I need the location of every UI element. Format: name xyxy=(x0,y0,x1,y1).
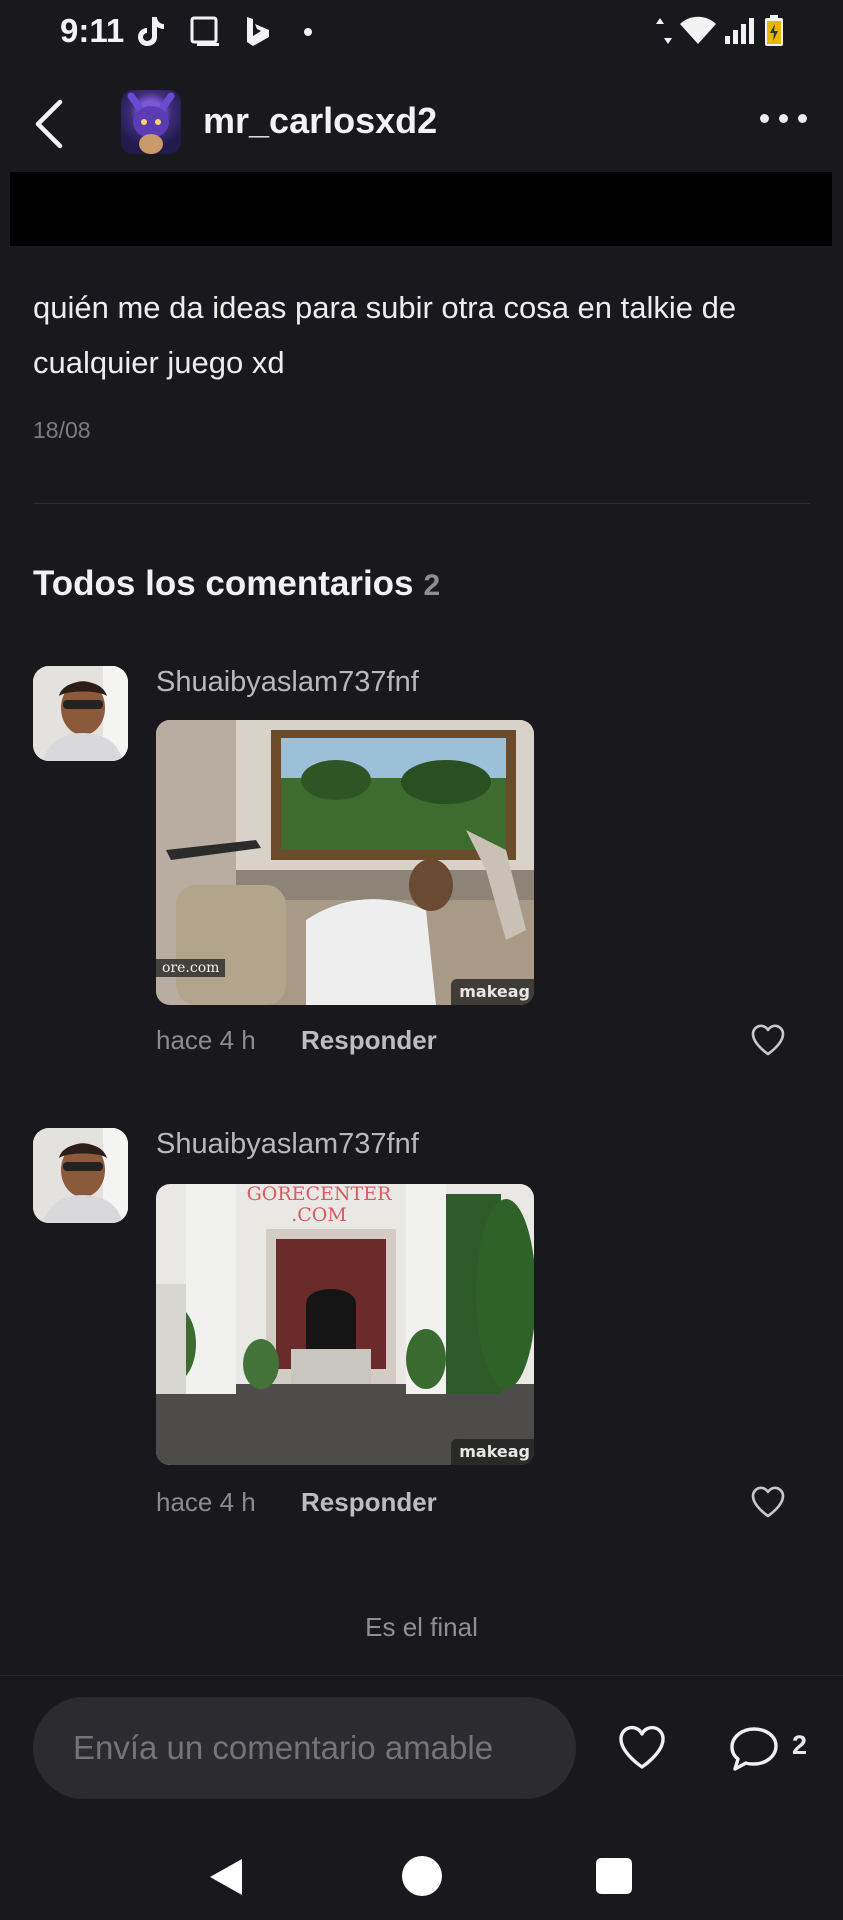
media-image xyxy=(156,1184,534,1465)
comment-input[interactable] xyxy=(33,1697,576,1799)
nav-back-icon[interactable] xyxy=(208,1857,244,1897)
tiktok-icon xyxy=(138,17,164,46)
end-of-list-text: Es el final xyxy=(365,1612,478,1642)
comment-author[interactable]: Shuaibyaslam737fnf xyxy=(156,666,419,699)
avatar-image xyxy=(33,1128,128,1223)
reply-button[interactable]: Responder xyxy=(301,1487,437,1518)
more-dot xyxy=(798,114,807,123)
status-time: 9:11 xyxy=(60,12,125,49)
comment-avatar[interactable] xyxy=(33,1128,128,1223)
media-watermark: makeag xyxy=(451,1439,534,1465)
comment-count: 2 xyxy=(792,1730,808,1760)
author-avatar[interactable] xyxy=(121,90,181,154)
status-bar: 9:11 xyxy=(0,0,843,62)
status-right-icons xyxy=(655,14,785,48)
media-watermark: makeag xyxy=(451,979,534,1005)
comments-count: 2 xyxy=(423,569,441,602)
comment-bubble-icon[interactable] xyxy=(728,1724,780,1774)
heart-icon[interactable] xyxy=(750,1023,786,1057)
media-caption: GORECENTER .COM xyxy=(246,1184,392,1226)
nav-recents-icon[interactable] xyxy=(596,1858,632,1894)
avatar-image xyxy=(127,92,175,154)
nav-home-icon[interactable] xyxy=(402,1856,442,1896)
like-heart-icon[interactable] xyxy=(617,1725,667,1771)
back-icon[interactable] xyxy=(30,98,70,150)
more-options-icon[interactable] xyxy=(760,114,807,123)
bottom-bar-divider xyxy=(0,1675,843,1676)
comment-author[interactable]: Shuaibyaslam737fnf xyxy=(156,1128,419,1161)
divider xyxy=(33,503,810,504)
reply-button[interactable]: Responder xyxy=(301,1025,437,1056)
comment-media[interactable]: ore.com makeag xyxy=(156,720,534,1005)
author-username[interactable]: mr_carlosxd2 xyxy=(203,100,437,142)
square-icon xyxy=(190,16,219,46)
data-arrows-icon xyxy=(656,18,672,44)
comment-avatar[interactable] xyxy=(33,666,128,761)
post-date: 18/08 xyxy=(33,417,91,443)
dot-icon xyxy=(304,28,312,36)
post-media-bar xyxy=(10,172,832,246)
more-dot xyxy=(779,114,788,123)
bing-icon xyxy=(247,17,269,46)
comment-time: hace 4 h xyxy=(156,1487,256,1517)
comments-title-label: Todos los comentarios xyxy=(33,564,414,603)
post-text: quién me da ideas para subir otra cosa e… xyxy=(33,290,737,380)
avatar-image xyxy=(33,666,128,761)
comments-section-title: Todos los comentarios 2 xyxy=(33,564,440,604)
comment-media[interactable]: GORECENTER .COM makeag xyxy=(156,1184,534,1465)
media-watermark-left: ore.com xyxy=(156,959,226,977)
more-dot xyxy=(760,114,769,123)
wifi-icon xyxy=(680,16,716,44)
battery-icon xyxy=(765,15,783,46)
comment-time: hace 4 h xyxy=(156,1025,256,1055)
heart-icon[interactable] xyxy=(750,1485,786,1519)
signal-icon xyxy=(725,18,754,44)
